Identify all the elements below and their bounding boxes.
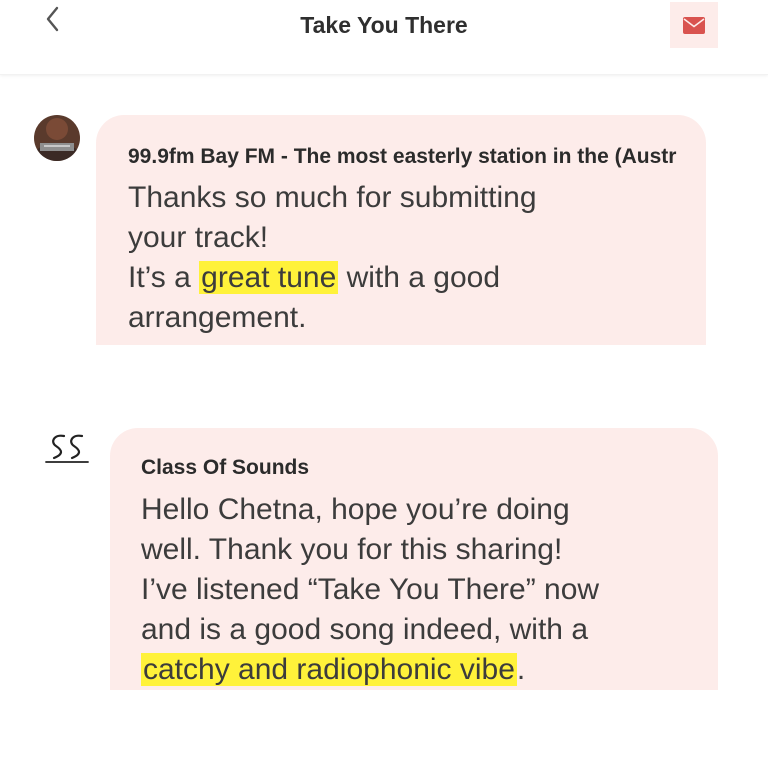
logo-icon bbox=[45, 434, 89, 463]
page-title: Take You There bbox=[300, 12, 468, 38]
class-of-sounds-logo[interactable] bbox=[44, 428, 92, 472]
message-bubble: Class Of Sounds Hello Chetna, hope you’r… bbox=[110, 428, 718, 690]
message-text: Thanks so much for submitting your track… bbox=[128, 178, 537, 338]
message-line: and is a good song indeed, with a bbox=[141, 613, 588, 646]
message-line: arrangement. bbox=[128, 301, 307, 334]
message-line: I’ve listened “Take You There” now bbox=[141, 573, 600, 606]
message-line: Thanks so much for submitting bbox=[128, 181, 537, 214]
sender-name: 99.9fm Bay FM - The most easterly statio… bbox=[128, 145, 677, 168]
app-header: Take You There bbox=[0, 0, 768, 75]
message-line: catchy and radiophonic vibe. bbox=[141, 653, 526, 686]
highlighted-text: great tune bbox=[199, 261, 339, 294]
message-bubble: 99.9fm Bay FM - The most easterly statio… bbox=[96, 115, 706, 345]
avatar-image bbox=[34, 115, 80, 161]
message-text: Hello Chetna, hope you’re doing well. Th… bbox=[141, 490, 599, 690]
mail-button[interactable] bbox=[670, 2, 718, 48]
station-photo-avatar[interactable] bbox=[34, 115, 80, 161]
message-line: Hello Chetna, hope you’re doing bbox=[141, 493, 570, 526]
envelope-icon bbox=[683, 17, 705, 34]
message-line: your track! bbox=[128, 221, 269, 254]
sender-name: Class Of Sounds bbox=[141, 456, 310, 479]
message-line: well. Thank you for this sharing! bbox=[141, 533, 563, 566]
message-line: It’s a great tune with a good bbox=[128, 261, 501, 294]
highlighted-text: catchy and radiophonic vibe bbox=[141, 653, 517, 686]
